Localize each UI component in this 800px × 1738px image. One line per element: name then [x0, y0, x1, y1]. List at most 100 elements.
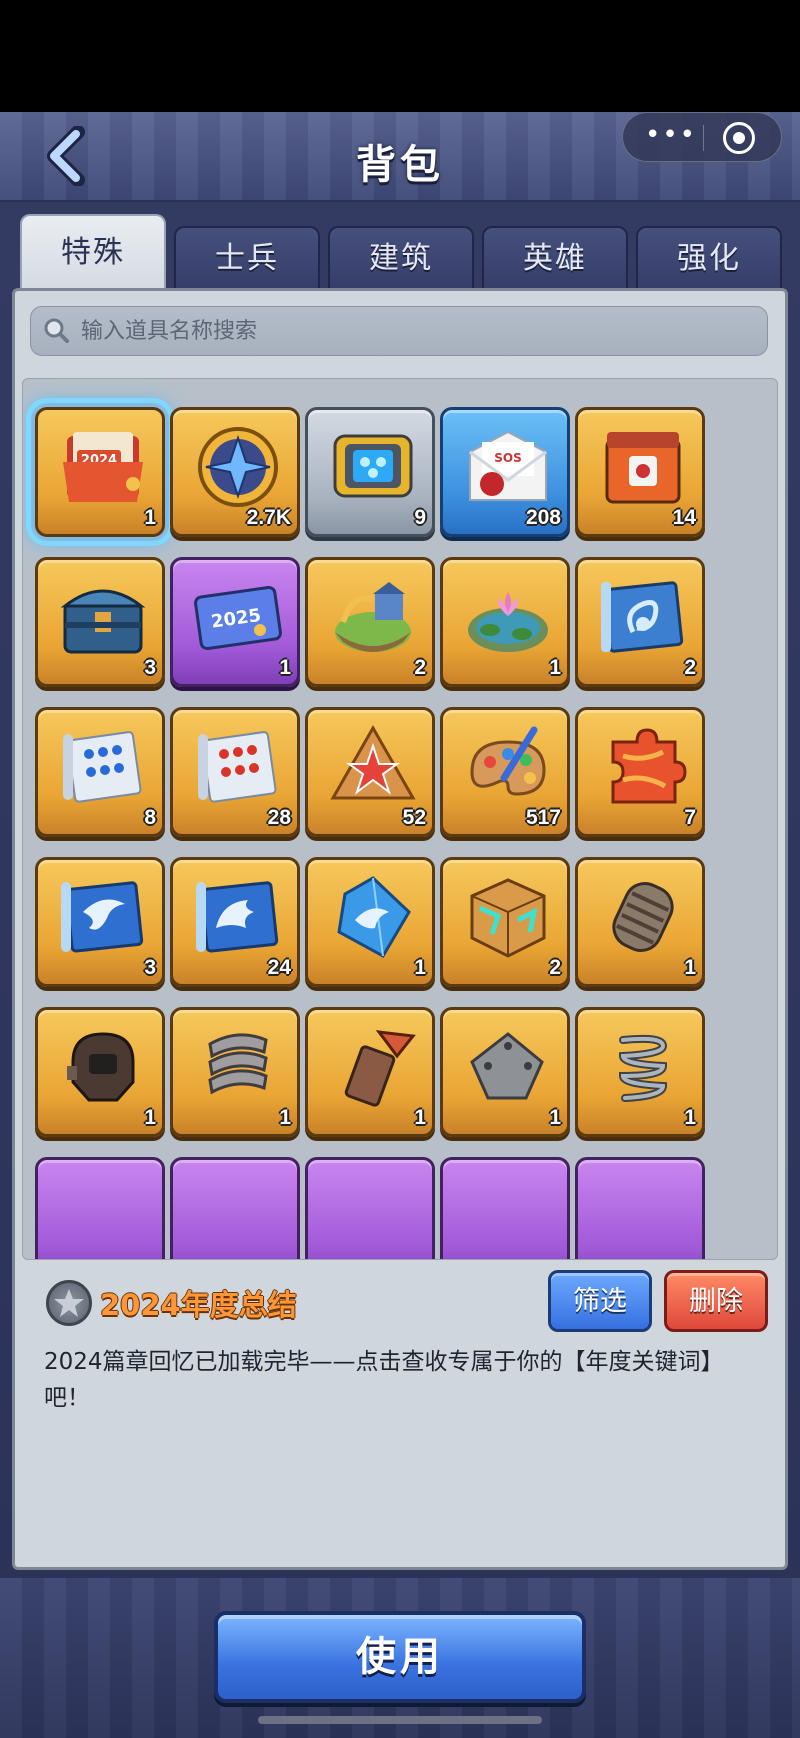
item-count: 1 [279, 1106, 291, 1129]
close-target-icon[interactable] [723, 122, 755, 154]
item-slot[interactable]: SOS 208 [440, 407, 570, 537]
item-count: 1 [414, 1106, 426, 1129]
island-building-icon [335, 582, 411, 652]
item-count: 1 [144, 1106, 156, 1129]
blue-star-medal-icon [198, 427, 278, 507]
orange-crate-icon [605, 432, 681, 504]
item-slot[interactable]: 8 [35, 707, 165, 837]
coil-part-icon [612, 882, 674, 952]
item-count: 28 [267, 806, 291, 829]
selected-item-description: 2024篇章回忆已加载完毕——点击查收专属于你的【年度关键词】吧！ [44, 1349, 724, 1411]
item-count: 3 [144, 656, 156, 679]
spring-icon [618, 1034, 668, 1102]
tab-special[interactable]: 特殊 [20, 214, 166, 290]
blue-chest-icon [60, 589, 146, 654]
funnel-part-icon [344, 1030, 416, 1107]
star-cookie-icon [330, 724, 416, 800]
armor-plates-icon [208, 1033, 268, 1095]
tab-heroes[interactable]: 英雄 [482, 226, 628, 290]
blue-chip-device-icon [333, 434, 413, 498]
tab-enhance[interactable]: 强化 [636, 226, 782, 290]
item-slot[interactable]: 1 [305, 1007, 435, 1137]
mini-program-capsule: ••• [622, 112, 782, 162]
delete-button[interactable]: 删除 [664, 1270, 768, 1332]
item-count: 7 [684, 806, 696, 829]
eagle-scroll-icon [61, 881, 144, 953]
item-count: 3 [144, 956, 156, 979]
home-indicator[interactable] [258, 1716, 542, 1724]
item-count: 14 [672, 506, 696, 529]
category-tabs: 特殊 士兵 建筑 英雄 强化 [20, 214, 782, 290]
item-count: 1 [279, 656, 291, 679]
item-count: 208 [525, 506, 561, 529]
item-count: 8 [144, 806, 156, 829]
tab-buildings[interactable]: 建筑 [328, 226, 474, 290]
blue-dots-scroll-icon [63, 731, 142, 803]
item-slot[interactable]: 2024 1 [26, 398, 174, 546]
item-count: 2 [414, 656, 426, 679]
item-count: 1 [414, 956, 426, 979]
item-slot[interactable]: 1 [440, 1007, 570, 1137]
item-slot[interactable]: 2 [305, 557, 435, 687]
item-count: 1 [144, 506, 156, 529]
cube-icon [470, 878, 546, 958]
paint-palette-icon [470, 726, 546, 796]
item-slot[interactable] [305, 1157, 435, 1259]
svg-text:SOS: SOS [494, 451, 522, 465]
item-count: 9 [414, 506, 426, 529]
item-slot[interactable]: 1 [440, 557, 570, 687]
item-count: 1 [549, 1106, 561, 1129]
filter-button[interactable]: 筛选 [548, 1270, 652, 1332]
eagle-crystal-icon [337, 876, 411, 959]
item-slot[interactable]: 1 [35, 1007, 165, 1137]
lotus-pond-icon [468, 592, 548, 652]
item-count: 52 [402, 806, 426, 829]
item-count: 2 [549, 956, 561, 979]
item-slot[interactable]: 24 [170, 857, 300, 987]
item-slot[interactable]: 3 [35, 557, 165, 687]
item-slot[interactable] [575, 1157, 705, 1259]
helmet-part-icon [67, 1032, 135, 1102]
red-dots-scroll-icon [198, 731, 277, 803]
use-button[interactable]: 使用 [214, 1611, 586, 1703]
more-menu-icon[interactable]: ••• [641, 113, 701, 163]
item-slot[interactable]: 1 [305, 857, 435, 987]
item-grid: 2024 1 2.7K 9 SOS 208 14 3 2025 1 2 1 2 … [22, 378, 778, 1260]
item-slot[interactable]: 1 [575, 857, 705, 987]
shark-scroll-icon [196, 881, 279, 953]
item-slot[interactable]: 2025 1 [170, 557, 300, 687]
metal-plate-icon [470, 1032, 544, 1100]
card-2025-icon: 2025 [194, 585, 282, 651]
item-slot[interactable] [440, 1157, 570, 1259]
selected-item-name: 2024年度总结 [100, 1288, 297, 1322]
puzzle-piece-icon [611, 728, 687, 804]
item-count: 1 [684, 1106, 696, 1129]
item-slot[interactable]: 7 [575, 707, 705, 837]
item-slot[interactable]: 1 [575, 1007, 705, 1137]
search-input[interactable]: 输入道具名称搜索 [30, 306, 768, 356]
item-count: 2.7K [246, 506, 291, 529]
item-slot[interactable]: 3 [35, 857, 165, 987]
item-slot[interactable]: 517 [440, 707, 570, 837]
capsule-divider [703, 125, 704, 151]
item-slot[interactable]: 52 [305, 707, 435, 837]
item-slot[interactable]: 28 [170, 707, 300, 837]
tab-soldiers[interactable]: 士兵 [174, 226, 320, 290]
item-slot[interactable]: 1 [170, 1007, 300, 1137]
item-count: 517 [525, 806, 561, 829]
item-slot[interactable]: 2 [440, 857, 570, 987]
item-detail: 2024年度总结 筛选 删除 2024篇章回忆已加载完毕——点击查收专属于你的【… [22, 1262, 778, 1562]
search-icon [44, 318, 69, 343]
item-slot[interactable]: 2.7K [170, 407, 300, 537]
search-placeholder: 输入道具名称搜索 [81, 319, 258, 344]
item-slot[interactable] [35, 1157, 165, 1259]
sos-letter-icon: SOS [469, 430, 547, 501]
star-badge-icon [46, 1280, 92, 1326]
item-slot[interactable]: 2 [575, 557, 705, 687]
header: 背包 ••• [0, 112, 800, 202]
folder-2024-icon: 2024 [63, 432, 143, 502]
item-slot[interactable]: 9 [305, 407, 435, 537]
item-slot[interactable]: 14 [575, 407, 705, 537]
item-slot[interactable] [170, 1157, 300, 1259]
status-bar [0, 0, 800, 112]
